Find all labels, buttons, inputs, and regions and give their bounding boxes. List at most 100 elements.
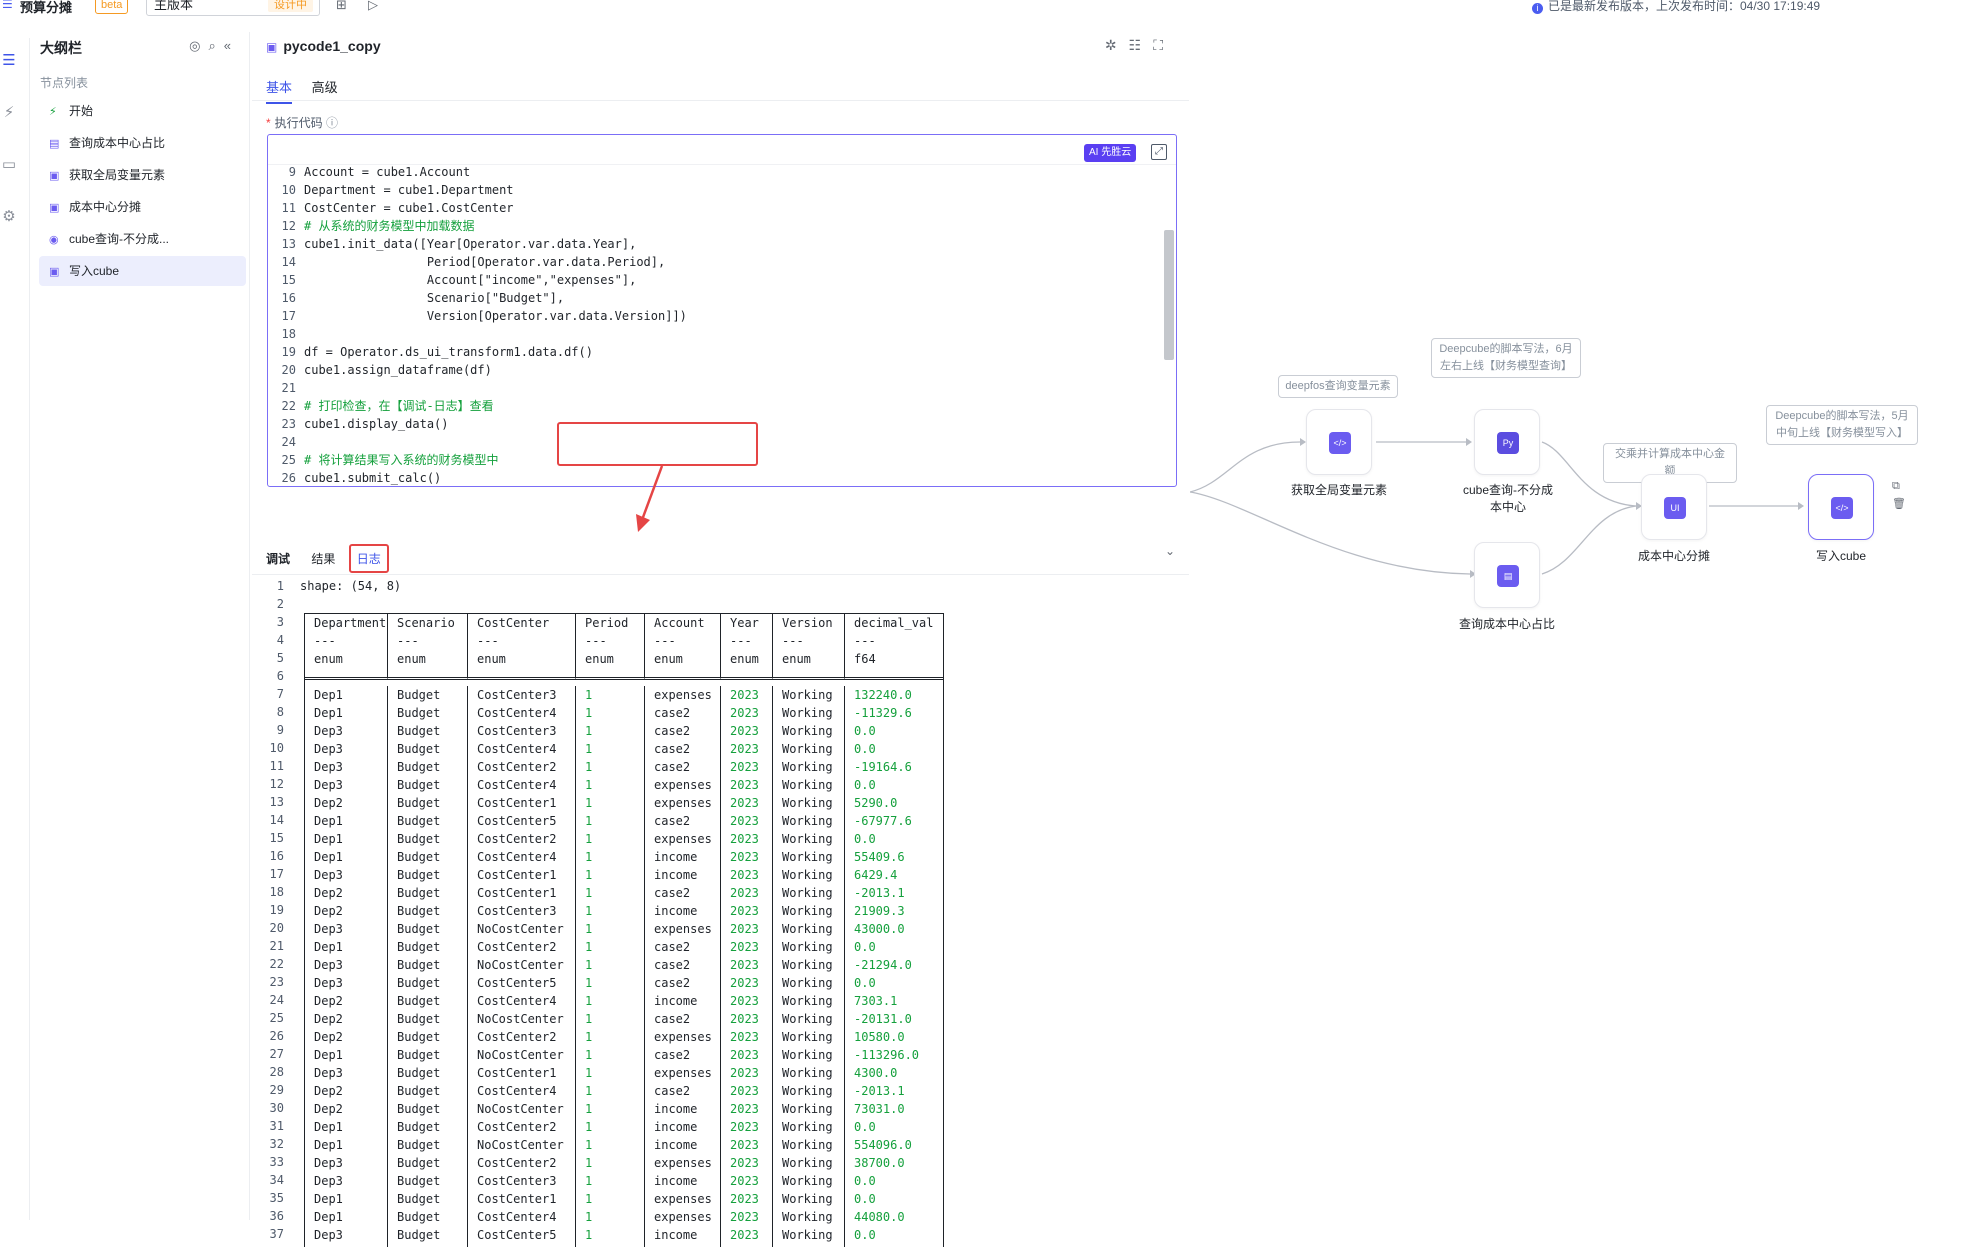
monitor-icon[interactable]: ▭ [0,156,18,174]
debug-icon[interactable]: ✲ [1105,37,1129,53]
table-cell: 2023 [721,1190,773,1208]
node-global-var[interactable]: </> [1306,409,1372,475]
outline-item-query-ratio[interactable]: ▤ 查询成本中心占比 [39,128,246,158]
table-cell: CostCenter1 [468,866,576,884]
table-cell: case2 [645,1046,721,1064]
function-icon[interactable]: ⚡ [0,104,18,122]
delete-icon[interactable]: 🗑 [1892,495,1906,513]
table-cell: Dep1 [305,704,388,722]
table-cell: enum [468,650,576,668]
table-cell: Dep1 [305,1208,388,1226]
outline-item-global-var[interactable]: ▣ 获取全局变量元素 [39,160,246,190]
table-cell: 0.0 [854,1120,876,1134]
tab-advanced[interactable]: 高级 [312,77,338,102]
table-cell: Budget [388,1100,468,1118]
table-cell: Budget [388,704,468,722]
python-node-icon: Py [1497,432,1519,454]
table-row: Dep1 Budget CostCenter2 1 case2 2023 Working 0.… [305,938,943,956]
flow-canvas[interactable]: deepfos查询变量元素 Deepcube的脚本写法，6月左右上线【财务模型查… [1190,32,1988,1220]
table-cell: Dep3 [305,974,388,992]
tab-debug[interactable]: 调试 [266,550,290,567]
table-cell: Department [305,614,388,632]
table-cell: Working [773,758,845,776]
table-cell: 2023 [721,794,773,812]
note-deepcube-write[interactable]: Deepcube的脚本写法，5月中旬上线【财务模型写入】 [1766,405,1918,445]
outline-item-write-cube[interactable]: ▣ 写入cube [39,256,246,286]
hide-icon[interactable]: ◎ [189,38,208,53]
publish-info-text: 已是最新发布版本，上次发布时间：04/30 17:19:49 [1548,0,1821,13]
table-cell: expenses [645,1154,721,1172]
table-cell: 1 [576,686,645,704]
node-cube-query[interactable]: Py [1474,409,1540,475]
code-line: 14 Period[Operator.var.data.Period], [268,253,1168,271]
copy-icon[interactable]: ⧉ [1892,477,1906,495]
table-cell: Dep3 [305,722,388,740]
node-query-ratio[interactable]: ▤ [1474,542,1540,608]
list-settings-icon[interactable]: ☷ [1129,37,1154,53]
version-select[interactable]: 主版本 设计中 [146,0,320,16]
table-cell: CostCenter2 [468,1118,576,1136]
table-header-row: Department Scenario CostCenter Period Accoun… [305,614,943,632]
code-line: 19 df = Operator.ds_ui_transform1.data.df… [268,343,1168,361]
outline-item-start[interactable]: ⚡ 开始 [39,96,246,126]
collapse-down-icon[interactable]: ⌄ [1165,544,1175,558]
table-cell: NoCostCenter [468,1100,576,1118]
log-line-number: 16 [269,849,284,863]
note-deepcube-query[interactable]: Deepcube的脚本写法，6月左右上线【财务模型查询】 [1431,338,1581,378]
table-cell: NoCostCenter [468,956,576,974]
table-cell: Budget [388,1082,468,1100]
outline-item-cube-query[interactable]: ◉ cube查询-不分成... [39,224,246,254]
log-line-number: 14 [269,813,284,827]
table-cell: 2023 [721,920,773,938]
table-cell: enum [388,650,468,668]
publish-info: i 已是最新发布版本，上次发布时间：04/30 17:19:49 [1532,0,1820,14]
tab-result[interactable]: 结果 [311,550,335,567]
arrow-head [1798,502,1804,510]
ai-assistant-button[interactable]: AI 先胜云 [1084,144,1137,162]
tab-log[interactable]: 日志 [348,544,389,573]
expand-editor-icon[interactable]: ⤢ [1151,144,1167,160]
table-cell: -19164.6 [854,760,912,774]
note-deepfos[interactable]: deepfos查询变量元素 [1278,375,1398,398]
table-cell: CostCenter4 [468,740,576,758]
log-line-number: 8 [276,705,284,719]
pane-tools: ✲☷⛶ [1105,37,1175,54]
table-row: Dep3 Budget CostCenter5 1 case2 2023 Working 0.… [305,974,943,992]
search-icon[interactable]: ⌕ [208,38,223,53]
table-cell: CostCenter5 [468,812,576,830]
table-cell: expenses [645,686,721,704]
node-write-cube[interactable]: </> [1808,474,1874,540]
line-number: 16 [281,291,296,305]
table-cell: 2023 [721,1208,773,1226]
outline-icon[interactable]: ☰ [0,52,18,70]
line-number: 19 [281,345,296,359]
table-cell: --- [576,632,645,650]
table-cell: expenses [645,776,721,794]
code-file-icon: ▣ [49,266,60,278]
table-cell: 132240.0 [854,688,912,702]
table-cell: NoCostCenter [468,920,576,938]
diagram-icon[interactable]: ⊞ [336,0,347,13]
table-cell: Dep2 [305,884,388,902]
table-cell: Budget [388,1226,468,1244]
table-cell: Working [773,686,845,704]
code-scrollbar[interactable] [1164,230,1174,360]
play-icon[interactable]: ▷ [368,0,378,13]
code-line: 26 cube1.submit_calc() [268,469,1168,486]
table-cell: 0.0 [854,940,876,954]
node-allocation[interactable]: UI [1641,474,1707,540]
log-line-number: 20 [269,921,284,935]
log-line-number: 10 [269,741,284,755]
settings-icon[interactable]: ⚙ [0,208,18,226]
table-row: Dep1 Budget CostCenter2 1 income 2023 Working 0… [305,1118,943,1136]
collapse-left-icon[interactable]: « [224,38,239,53]
fullscreen-icon[interactable]: ⛶ [1153,37,1175,53]
outline-panel: 大纲栏 ◎⌕« 节点列表 ⚡ 开始 ▤ 查询成本中心占比 ▣ 获取全局变量元素 ▣ 成本… [30,32,250,1220]
table-cell: expenses [645,1208,721,1226]
code-line: 16 Scenario["Budget"], [268,289,1168,307]
table-cell: Dep2 [305,1100,388,1118]
table-cell: Dep3 [305,758,388,776]
help-icon[interactable]: ⓘ [326,116,338,130]
outline-item-allocation[interactable]: ▣ 成本中心分摊 [39,192,246,222]
code-text: cube1.assign_dataframe(df) [304,363,492,377]
